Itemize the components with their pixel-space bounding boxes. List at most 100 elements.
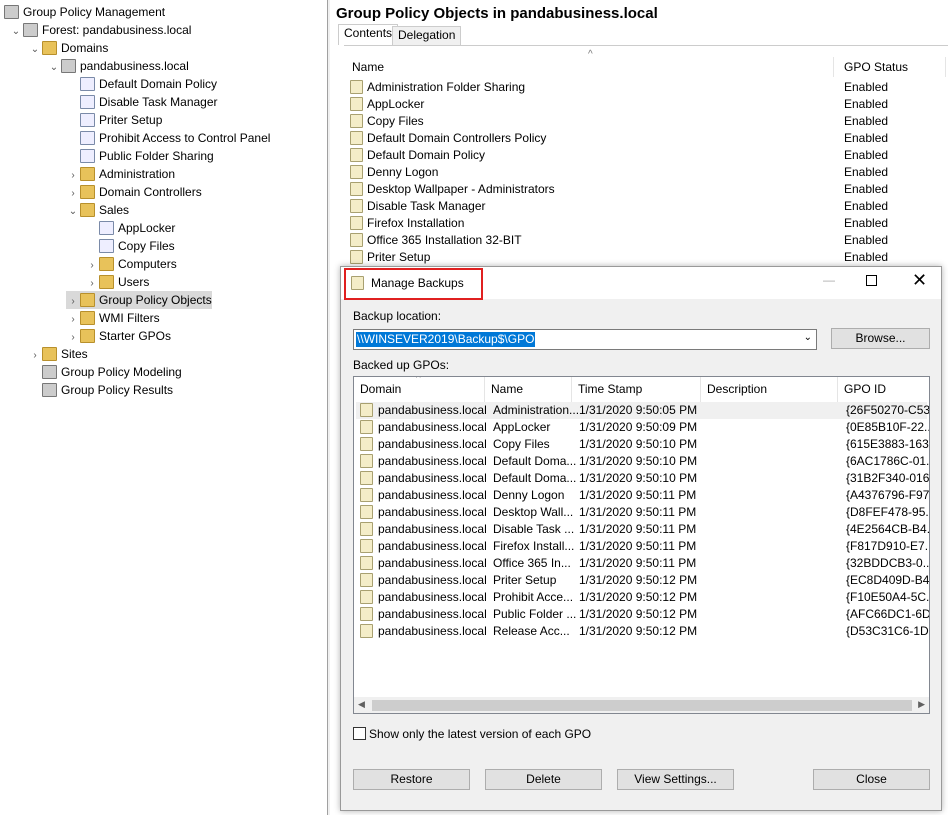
backup-row[interactable]: pandabusiness.local Disable Task ... 1/31/… xyxy=(356,521,929,538)
chevron-down-icon[interactable]: ⌄ xyxy=(66,203,80,221)
tab-delegation[interactable]: Delegation xyxy=(392,26,462,45)
tree-item[interactable]: ⌄ Forest: pandabusiness.local xyxy=(9,21,191,39)
gpo-icon xyxy=(350,216,363,230)
gpo-row[interactable]: Priter Setup Enabled xyxy=(350,249,946,266)
tree-item[interactable]: › Users xyxy=(85,273,149,291)
gpo-row[interactable]: Office 365 Installation 32-BIT Enabled xyxy=(350,232,946,249)
horizontal-scrollbar[interactable]: ◀ ▶ xyxy=(354,697,929,713)
tree-item[interactable]: ⌄ Sales xyxy=(66,201,129,219)
tree-item[interactable]: ⌄ pandabusiness.local xyxy=(47,57,189,75)
tree-item-label: Users xyxy=(118,275,150,289)
latest-version-checkbox[interactable] xyxy=(353,727,366,740)
gpo-icon xyxy=(360,573,373,587)
restore-button[interactable]: Restore xyxy=(353,769,470,790)
backup-cell-time-stamp: 1/31/2020 9:50:10 PM xyxy=(579,454,698,468)
chevron-down-icon[interactable]: ⌄ xyxy=(28,41,42,59)
backup-location-combobox[interactable]: \\WINSEVER2019\Backup$\GPO ⌄ xyxy=(353,329,817,350)
tree-item[interactable]: Disable Task Manager xyxy=(66,93,218,111)
tree-item[interactable]: › Domain Controllers xyxy=(66,183,202,201)
backup-cell-name: Disable Task ... xyxy=(493,522,575,536)
backup-row[interactable]: pandabusiness.local Default Doma... 1/31/2… xyxy=(356,453,930,470)
gpo-row[interactable]: Default Domain Policy Enabled xyxy=(350,147,946,164)
tree-item-label: Group Policy Objects xyxy=(99,293,212,307)
tree-item[interactable]: Copy Files xyxy=(85,237,175,255)
folder-icon xyxy=(80,167,95,181)
backup-row[interactable]: pandabusiness.local Denny Logon 1/31/2020 … xyxy=(356,487,929,504)
tree-item[interactable]: Group Policy Management xyxy=(4,3,165,21)
close-button[interactable]: Close xyxy=(813,769,930,790)
chevron-down-icon[interactable]: ⌄ xyxy=(804,332,812,343)
column-header-description[interactable]: Description xyxy=(701,377,838,402)
gpo-icon xyxy=(360,522,373,536)
tree-item[interactable]: › Group Policy Objects xyxy=(66,291,212,309)
backups-list: Domain ^ Name Time Stamp Description GPO… xyxy=(353,376,930,714)
close-icon[interactable]: ✕ xyxy=(912,270,927,291)
backup-cell-domain: pandabusiness.local xyxy=(378,590,487,604)
column-header-time-stamp[interactable]: Time Stamp xyxy=(572,377,701,402)
backup-cell-name: Priter Setup xyxy=(493,573,557,587)
backup-row[interactable]: pandabusiness.local Release Acc... 1/31/20… xyxy=(356,623,929,640)
backup-cell-gpo-id: {6AC1786C-01... xyxy=(846,454,930,468)
gpo-row[interactable]: Denny Logon Enabled xyxy=(350,164,946,181)
scroll-left-icon[interactable]: ◀ xyxy=(358,699,365,710)
gpo-row[interactable]: Default Domain Controllers Policy Enabled xyxy=(350,130,946,147)
tree-item[interactable]: Priter Setup xyxy=(66,111,162,129)
gpo-row[interactable]: AppLocker Enabled xyxy=(350,96,946,113)
column-header-gpo-id[interactable]: GPO ID xyxy=(838,377,929,402)
backup-row[interactable]: pandabusiness.local Desktop Wall... 1/31/2… xyxy=(356,504,929,521)
column-header-name[interactable]: Name xyxy=(344,57,834,77)
backup-row[interactable]: pandabusiness.local Public Folder ... 1/31… xyxy=(356,606,929,623)
tree-item-label: Starter GPOs xyxy=(99,329,172,343)
backup-cell-name: AppLocker xyxy=(493,420,551,434)
tree-item-label: Domains xyxy=(61,41,109,55)
tree-item[interactable]: › Administration xyxy=(66,165,175,183)
tree-item[interactable]: Public Folder Sharing xyxy=(66,147,214,165)
backup-row[interactable]: pandabusiness.local Firefox Install... 1/3… xyxy=(356,538,929,555)
chevron-down-icon[interactable]: ⌄ xyxy=(47,59,61,77)
gpo-row[interactable]: Firefox Installation Enabled xyxy=(350,215,946,232)
tree-item[interactable]: › Sites xyxy=(28,345,88,363)
backup-row[interactable]: pandabusiness.local Office 365 In... 1/31/… xyxy=(356,555,929,572)
view-settings-button[interactable]: View Settings... xyxy=(617,769,734,790)
tree-item-label: Group Policy Modeling xyxy=(61,365,182,379)
delete-button[interactable]: Delete xyxy=(485,769,602,790)
gpo-name: AppLocker xyxy=(367,97,425,111)
tree-item[interactable]: Group Policy Results xyxy=(28,381,173,399)
tab-contents[interactable]: Contents xyxy=(338,24,399,45)
backup-row[interactable]: pandabusiness.local Prohibit Acce... 1/31/… xyxy=(356,589,929,606)
chevron-down-icon[interactable]: ⌄ xyxy=(9,23,23,41)
column-header-gpo-status[interactable]: GPO Status xyxy=(836,57,946,77)
gpo-icon xyxy=(360,624,373,638)
backup-row[interactable]: pandabusiness.local Copy Files 1/31/2020 9… xyxy=(356,436,929,453)
backup-row[interactable]: pandabusiness.local AppLocker 1/31/2020 9:… xyxy=(356,419,929,436)
gpo-icon xyxy=(350,148,363,162)
backup-row[interactable]: pandabusiness.local Priter Setup 1/31/2020… xyxy=(356,572,930,589)
tree-item[interactable]: Group Policy Modeling xyxy=(28,363,182,381)
column-header-name[interactable]: Name xyxy=(485,377,572,402)
gpo-name: Disable Task Manager xyxy=(367,199,486,213)
backup-row[interactable]: pandabusiness.local Default Doma... 1/31/2… xyxy=(356,470,929,487)
backup-cell-gpo-id: {EC8D409D-B4... xyxy=(846,573,930,587)
tree-item-label: Priter Setup xyxy=(99,113,163,127)
maximize-icon[interactable] xyxy=(866,275,877,286)
tree-item[interactable]: › Starter GPOs xyxy=(66,327,171,345)
pane-title: Group Policy Objects in pandabusiness.lo… xyxy=(336,5,658,22)
tree-item[interactable]: › Computers xyxy=(85,255,177,273)
scroll-right-icon[interactable]: ▶ xyxy=(918,699,925,710)
gpo-row[interactable]: Administration Folder Sharing Enabled xyxy=(350,79,946,96)
gpo-icon xyxy=(350,182,363,196)
tree-item[interactable]: AppLocker xyxy=(85,219,175,237)
folder-icon xyxy=(42,41,57,55)
backup-row[interactable]: pandabusiness.local Administration... 1/31… xyxy=(356,402,929,419)
gpo-row[interactable]: Desktop Wallpaper - Administrators Enable… xyxy=(350,181,946,198)
gpo-row[interactable]: Disable Task Manager Enabled xyxy=(350,198,946,215)
tree-item[interactable]: ⌄ Domains xyxy=(28,39,108,57)
tree-item[interactable]: Prohibit Access to Control Panel xyxy=(66,129,270,147)
tree-item[interactable]: › WMI Filters xyxy=(66,309,160,327)
scroll-thumb[interactable] xyxy=(372,700,912,711)
gpo-name: Copy Files xyxy=(367,114,424,128)
browse-button[interactable]: Browse... xyxy=(831,328,930,349)
gpo-row[interactable]: Copy Files Enabled xyxy=(350,113,946,130)
minimize-icon[interactable]: — xyxy=(823,273,835,287)
tree-item[interactable]: Default Domain Policy xyxy=(66,75,217,93)
